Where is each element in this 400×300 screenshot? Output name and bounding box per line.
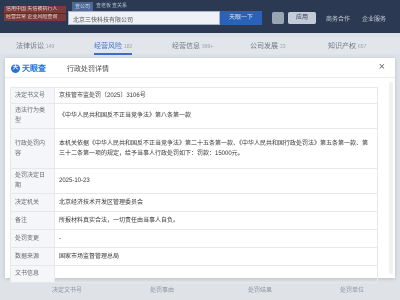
row-label: 数据来源	[10, 247, 55, 266]
table-row: 决定机关 北京经济技术开发区管理委员会	[10, 193, 378, 212]
row-label: 决定书文号	[10, 87, 55, 104]
column-authority: 处罚单位	[340, 288, 365, 294]
tab-count: 23	[280, 44, 286, 50]
tab-label: 知识产权	[328, 43, 356, 50]
app-grid-icon[interactable]	[272, 12, 284, 24]
banner-line-1: 信用中国 失信被执行人	[4, 6, 66, 13]
search-button[interactable]: 天眼一下	[220, 11, 262, 25]
search-tab-company[interactable]: 查公司	[72, 2, 94, 11]
tab-count: 999+	[202, 44, 214, 50]
column-result: 处罚结果	[248, 288, 273, 294]
row-label: 处罚变更	[10, 229, 55, 248]
table-header-row: 决定文书号 处罚事由 处罚结果 处罚单位	[0, 280, 400, 300]
row-value: 《中华人民共和国反不正当竞争法》第八条第一款	[54, 103, 378, 129]
row-value: 北京经济技术开发区管理委员会	[54, 193, 378, 212]
tab-label: 经营风险	[94, 43, 122, 50]
modal-scrollbar[interactable]	[389, 82, 393, 274]
row-value	[54, 265, 378, 283]
tab-count: 657	[358, 44, 367, 50]
row-value: 2025-10-23	[54, 168, 378, 194]
tab-count: 182	[124, 44, 133, 50]
row-value: 国家市场监督管理总局	[54, 247, 378, 266]
penalty-detail-modal: 天 天眼查 行政处罚详情 × 决定书文号 京技管市监处罚〔2025〕3106号 …	[5, 58, 395, 283]
nav-link-enterprise[interactable]: 企业服务	[362, 14, 386, 23]
tab-label: 法律诉讼	[16, 43, 44, 50]
row-label: 行政处罚内容	[10, 128, 55, 169]
tab-development[interactable]: 公司发展 23	[250, 41, 286, 51]
table-row: 文书信息	[10, 265, 378, 283]
banner-line-2: 经营异常 企业风险查询	[4, 14, 66, 21]
row-value: 京技管市监处罚〔2025〕3106号	[54, 87, 378, 104]
nav-link-business[interactable]: 商务合作	[326, 14, 350, 23]
tab-label: 经营信息	[172, 43, 200, 50]
brand-logo: 天 天眼查	[11, 63, 46, 74]
company-tabs: 法律诉讼 149 经营风险 182 经营信息 999+ 公司发展 23 知识产权 657	[0, 37, 400, 55]
tab-operation[interactable]: 经营信息 999+	[172, 41, 213, 51]
modal-title: 行政处罚详情	[67, 66, 109, 73]
column-reason: 处罚事由	[150, 288, 175, 294]
search-tab-relation[interactable]: 查关系	[112, 2, 127, 9]
table-row: 处罚变更 -	[10, 229, 378, 248]
search-input[interactable]: 北京三快科技有限公司	[68, 11, 220, 25]
site-banner[interactable]: 信用中国 失信被执行人 经营异常 企业风险查询	[4, 6, 66, 26]
search-tab-boss[interactable]: 查老板	[96, 2, 111, 9]
tab-legal[interactable]: 法律诉讼 149	[16, 41, 54, 51]
row-label: 备注	[10, 211, 55, 230]
row-value: 所报材料真实合法，一切责任由当事人自负。	[54, 211, 378, 230]
table-row: 备注 所报材料真实合法，一切责任由当事人自负。	[10, 211, 378, 230]
table-row: 处罚决定日期 2025-10-23	[10, 168, 378, 194]
tianyancha-logo-icon: 天	[11, 64, 20, 73]
row-label: 文书信息	[10, 265, 55, 283]
close-icon[interactable]: ×	[379, 61, 385, 73]
table-row: 数据来源 国家市场监督管理总局	[10, 247, 378, 266]
tab-count: 149	[46, 44, 55, 50]
row-value: -	[54, 229, 378, 248]
tab-risk[interactable]: 经营风险 182	[94, 41, 133, 55]
modal-header: 天 天眼查 行政处罚详情 ×	[5, 58, 395, 78]
row-value: 本机关依据《中华人民共和国反不正当竞争法》第二十五条第一款、《中华人民共和国行政…	[54, 128, 378, 169]
table-row: 行政处罚内容 本机关依据《中华人民共和国反不正当竞争法》第二十五条第一款、《中华…	[10, 128, 378, 169]
row-label: 违法行为类型	[10, 103, 55, 129]
brand-name: 天眼查	[22, 64, 46, 73]
table-row: 违法行为类型 《中华人民共和国反不正当竞争法》第八条第一款	[10, 103, 378, 129]
tab-label: 公司发展	[250, 43, 278, 50]
table-row: 决定书文号 京技管市监处罚〔2025〕3106号	[10, 87, 378, 104]
detail-table: 决定书文号 京技管市监处罚〔2025〕3106号 违法行为类型 《中华人民共和国…	[10, 87, 378, 283]
row-label: 处罚决定日期	[10, 168, 55, 194]
column-doc-number: 决定文书号	[52, 288, 83, 294]
tab-ip[interactable]: 知识产权 657	[328, 41, 366, 51]
top-header: 信用中国 失信被执行人 经营异常 企业风险查询 查公司 查老板 查关系 北京三快…	[0, 0, 400, 33]
row-label: 决定机关	[10, 193, 55, 212]
app-menu-button[interactable]: 应用	[288, 12, 316, 24]
